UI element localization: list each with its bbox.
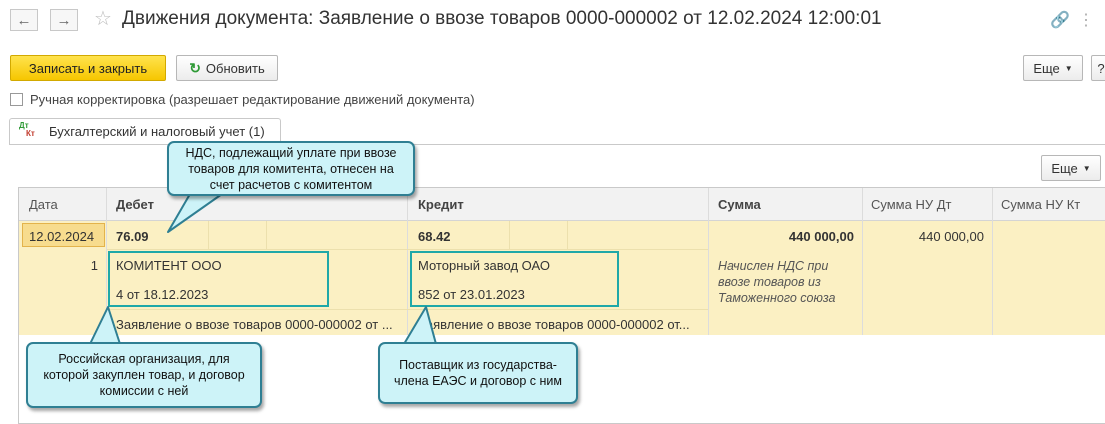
- vat-callout: НДС, подлежащий уплате при ввозе товаров…: [167, 141, 415, 196]
- supplier-callout-pointer: [403, 306, 437, 345]
- org-callout: Российская организация, для которой заку…: [26, 342, 262, 408]
- supplier-callout: Поставщик из государства-члена ЕАЭС и до…: [378, 342, 578, 404]
- org-callout-pointer: [89, 306, 121, 345]
- vat-callout-pointer: [167, 193, 223, 233]
